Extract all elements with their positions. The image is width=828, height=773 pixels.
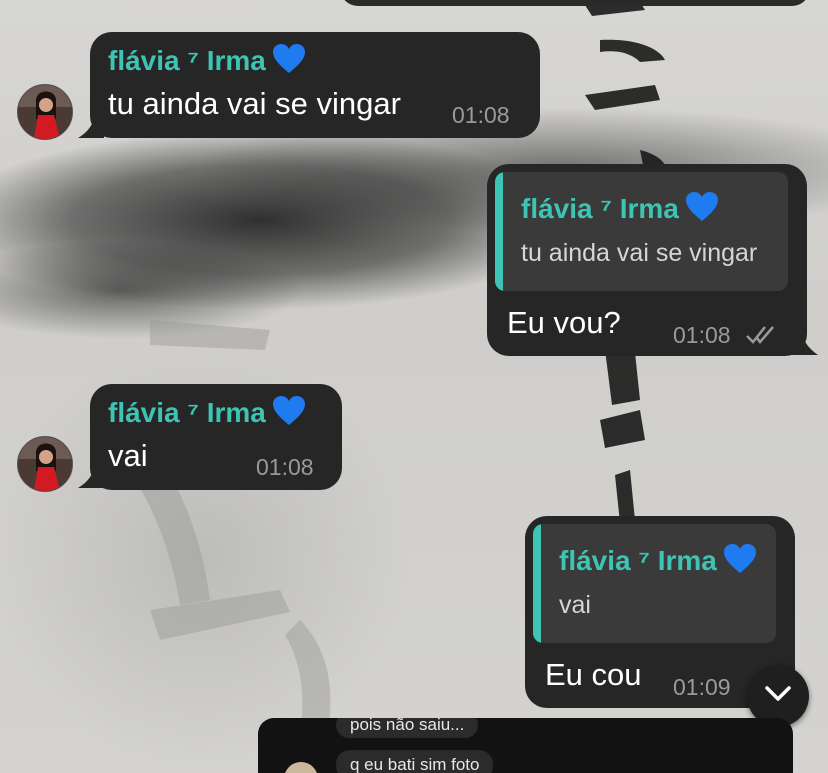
preview-message: pois não saiu... <box>336 718 479 738</box>
message-time: 01:08 <box>452 102 510 128</box>
message-time: 01:08 <box>673 322 731 348</box>
quote-text: vai <box>559 591 591 619</box>
message-time: 01:08 <box>256 454 314 480</box>
message-text: tu ainda vai se vingar <box>108 86 401 121</box>
embedded-chat-preview[interactable]: pois não saiu... q eu bati sim foto <box>258 718 793 773</box>
blue-heart-icon <box>272 396 306 433</box>
contact-avatar[interactable] <box>17 84 73 140</box>
message-text: Eu vou? <box>507 305 621 340</box>
double-check-icon <box>745 324 777 351</box>
blue-heart-icon <box>723 544 757 581</box>
quoted-message[interactable]: flávia ⁷ Irma vai <box>533 524 776 643</box>
chevron-down-icon <box>764 685 792 708</box>
quoted-message[interactable]: flávia ⁷ Irma tu ainda vai se vingar <box>495 172 788 291</box>
quote-accent-bar <box>495 172 503 291</box>
message-text: vai <box>108 438 148 473</box>
avatar-photo <box>18 85 72 139</box>
quote-sender-name: flávia ⁷ Irma <box>521 192 719 229</box>
quote-text: tu ainda vai se vingar <box>521 239 758 267</box>
contact-avatar[interactable] <box>17 436 73 492</box>
blue-heart-icon <box>685 192 719 229</box>
previous-message-bubble-edge <box>340 0 810 6</box>
incoming-message-bubble[interactable]: flávia ⁷ Irma tu ainda vai se vingar 01:… <box>90 32 540 138</box>
avatar-photo <box>18 437 72 491</box>
message-time: 01:09 <box>673 674 731 700</box>
quote-accent-bar <box>533 524 541 643</box>
outgoing-message-bubble[interactable]: flávia ⁷ Irma tu ainda vai se vingar Eu … <box>487 164 807 356</box>
bubble-tail <box>790 326 818 355</box>
preview-message: q eu bati sim foto <box>336 750 494 773</box>
preview-avatar <box>284 762 318 773</box>
message-text: Eu cou <box>545 657 642 692</box>
sender-name: flávia ⁷ Irma <box>108 396 306 433</box>
incoming-message-bubble[interactable]: flávia ⁷ Irma vai 01:08 <box>90 384 342 490</box>
quote-sender-name: flávia ⁷ Irma <box>559 544 757 581</box>
blue-heart-icon <box>272 44 306 81</box>
sender-name: flávia ⁷ Irma <box>108 44 306 81</box>
